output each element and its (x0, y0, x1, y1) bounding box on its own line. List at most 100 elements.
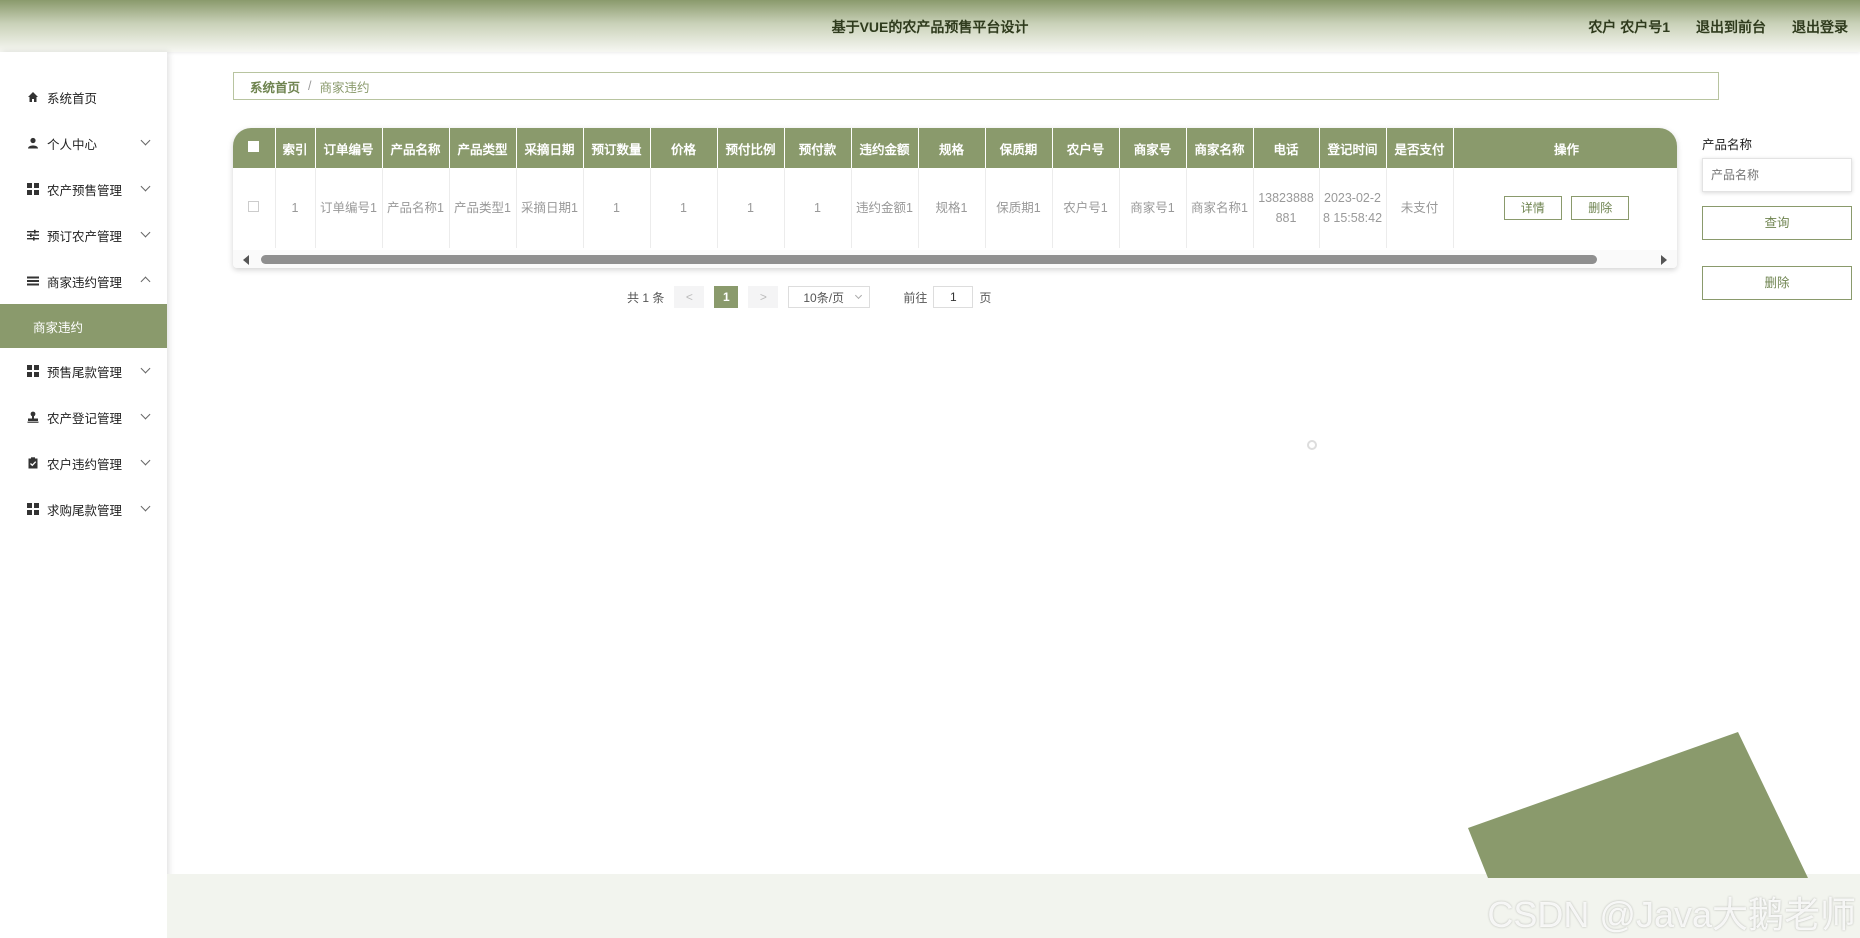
table-cell: 采摘日期1 (516, 168, 584, 248)
row-checkbox[interactable] (233, 168, 276, 248)
prev-page-button[interactable]: < (674, 286, 705, 308)
sidebar-subitem-merchant-breach[interactable]: 商家违约 (0, 304, 167, 348)
horizontal-scrollbar[interactable] (233, 250, 1677, 268)
column-header: 预付款 (784, 128, 852, 168)
column-header: 商家号 (1119, 128, 1187, 168)
sidebar-item-label: 预售尾款管理 (47, 365, 123, 380)
batch-delete-button[interactable]: 删除 (1702, 266, 1852, 300)
sidebar: 系统首页 个人中心 农产预售管理 预订农产管理 商家违约管理 商家违约 预售尾款… (0, 52, 167, 938)
grid-icon (26, 183, 39, 196)
data-table: 索引 订单编号 产品名称 产品类型 采摘日期 预订数量 价格 预付比例 预付款 … (233, 128, 1677, 268)
table-cell: 1 (717, 168, 785, 248)
chevron-down-icon (140, 363, 151, 374)
sidebar-item-registration[interactable]: 农产登记管理 (0, 394, 167, 440)
sidebar-item-farmer-breach[interactable]: 农户违约管理 (0, 440, 167, 486)
top-header: 基于VUE的农产品预售平台设计 农户 农户号1 退出到前台 退出登录 (0, 0, 1860, 52)
stamp-icon (26, 411, 39, 424)
detail-button[interactable]: 详情 (1503, 196, 1562, 220)
watermark: CSDN @Java大鹅老师 (1487, 894, 1856, 935)
row-delete-button[interactable]: 删除 (1571, 196, 1630, 220)
scroll-left-icon[interactable] (243, 255, 249, 265)
logout-link[interactable]: 退出登录 (1792, 17, 1848, 37)
goto-page-input[interactable]: 1 (933, 286, 974, 308)
scroll-right-icon[interactable] (1661, 255, 1667, 265)
goto-label: 前往 (903, 290, 928, 305)
search-label: 产品名称 (1702, 138, 1753, 152)
list-icon (26, 275, 39, 288)
sidebar-item-merchant-breach[interactable]: 商家违约管理 (0, 258, 167, 304)
column-header: 是否支付 (1386, 128, 1454, 168)
table-cell: 订单编号1 (315, 168, 383, 248)
table-cell: 13823888881 (1253, 168, 1320, 248)
table-actions-cell: 详情 删除 (1453, 168, 1677, 248)
sidebar-item-purchase-balance[interactable]: 求购尾款管理 (0, 486, 167, 532)
table-cell: 规格1 (918, 168, 986, 248)
sidebar-item-label: 个人中心 (47, 137, 98, 152)
clipboard-icon (26, 457, 39, 470)
grid-icon (26, 365, 39, 378)
chevron-up-icon (140, 276, 151, 287)
table-cell: 产品名称1 (382, 168, 450, 248)
column-header: 产品名称 (382, 128, 450, 168)
page-suffix: 页 (979, 290, 992, 305)
column-header: 电话 (1253, 128, 1320, 168)
column-header: 商家名称 (1186, 128, 1254, 168)
user-icon (26, 137, 39, 150)
pagination: 共 1 条 < 1 > 10条/页 前往 1 页 (627, 286, 991, 308)
chevron-down-icon (140, 181, 151, 192)
column-header: 订单编号 (315, 128, 383, 168)
column-header: 保质期 (985, 128, 1053, 168)
sliders-icon (26, 229, 39, 242)
sidebar-item-label: 系统首页 (47, 91, 98, 106)
sidebar-item-booking[interactable]: 预订农产管理 (0, 212, 167, 258)
column-header: 登记时间 (1319, 128, 1387, 168)
table-cell: 商家号1 (1119, 168, 1187, 248)
chevron-down-icon (140, 409, 151, 420)
sidebar-item-label: 求购尾款管理 (47, 503, 123, 518)
chevron-down-icon (140, 501, 151, 512)
breadcrumb-separator: / (308, 79, 312, 93)
pagination-total: 共 1 条 (627, 290, 665, 305)
product-name-input[interactable] (1702, 158, 1852, 192)
chevron-down-icon (855, 291, 863, 300)
select-all-checkbox[interactable] (233, 128, 276, 168)
page-size-value: 10条/页 (803, 290, 845, 305)
header-actions: 农户 农户号1 退出到前台 退出登录 (1588, 17, 1848, 37)
grid-icon (26, 503, 39, 516)
table-cell: 违约金额1 (851, 168, 919, 248)
table-row: 1 订单编号1 产品名称1 产品类型1 采摘日期1 1 1 1 1 违约金额1 … (233, 168, 1677, 248)
query-button[interactable]: 查询 (1702, 206, 1852, 240)
column-header: 规格 (918, 128, 986, 168)
sidebar-item-label: 商家违约管理 (47, 275, 123, 290)
table-cell: 未支付 (1386, 168, 1454, 248)
current-page-button[interactable]: 1 (714, 286, 739, 308)
sidebar-item-label: 农产登记管理 (47, 411, 123, 426)
column-header: 索引 (275, 128, 316, 168)
table-cell: 商家名称1 (1186, 168, 1254, 248)
breadcrumb-current: 商家违约 (319, 80, 370, 95)
table-header-row: 索引 订单编号 产品名称 产品类型 采摘日期 预订数量 价格 预付比例 预付款 … (233, 128, 1677, 168)
page-size-select[interactable]: 10条/页 (788, 286, 871, 308)
home-icon (26, 91, 39, 104)
table-cell: 保质期1 (985, 168, 1053, 248)
table-cell: 农户号1 (1052, 168, 1120, 248)
column-header: 预付比例 (717, 128, 785, 168)
column-header: 农户号 (1052, 128, 1120, 168)
user-label: 农户 农户号1 (1588, 19, 1670, 35)
next-page-button[interactable]: > (748, 286, 779, 308)
column-header: 产品类型 (449, 128, 517, 168)
table-cell: 1 (275, 168, 316, 248)
sidebar-item-presale[interactable]: 农产预售管理 (0, 166, 167, 212)
sidebar-item-home[interactable]: 系统首页 (0, 74, 167, 120)
table-cell: 1 (650, 168, 718, 248)
sidebar-item-label: 农户违约管理 (47, 457, 123, 472)
table-cell: 产品类型1 (449, 168, 517, 248)
sidebar-item-presale-balance[interactable]: 预售尾款管理 (0, 348, 167, 394)
search-panel: 产品名称 查询 删除 (1702, 134, 1852, 300)
scrollbar-thumb[interactable] (261, 255, 1597, 264)
front-link[interactable]: 退出到前台 (1696, 17, 1766, 37)
sidebar-item-label: 预订农产管理 (47, 229, 123, 244)
sidebar-item-profile[interactable]: 个人中心 (0, 120, 167, 166)
column-header: 价格 (650, 128, 718, 168)
breadcrumb-home[interactable]: 系统首页 (250, 77, 300, 96)
